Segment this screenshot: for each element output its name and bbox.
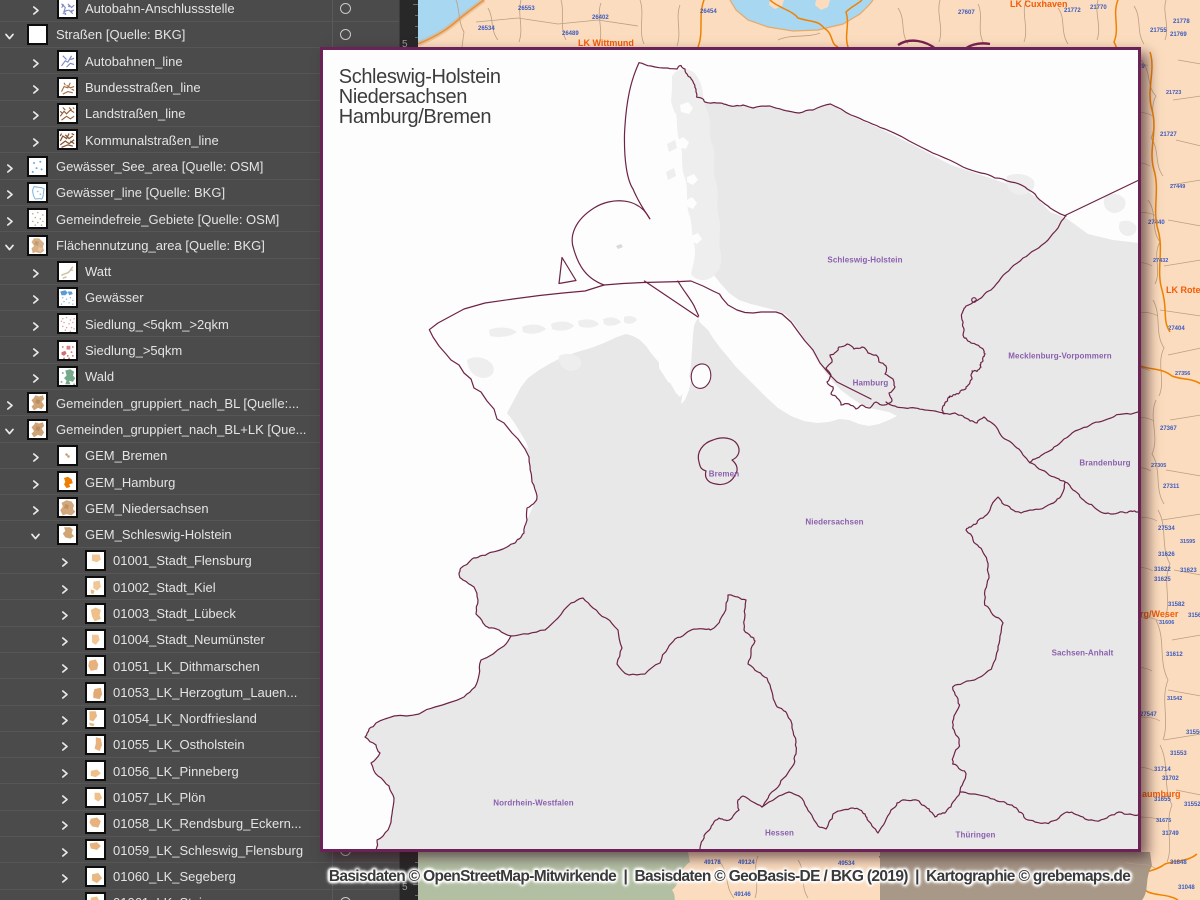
svg-text:31582: 31582 xyxy=(1168,602,1185,608)
svg-text:27449: 27449 xyxy=(1170,184,1185,190)
svg-text:Hessen: Hessen xyxy=(765,829,794,838)
svg-text:49178: 49178 xyxy=(704,860,721,866)
svg-text:Schleswig-Holstein: Schleswig-Holstein xyxy=(828,256,903,265)
svg-text:27356: 27356 xyxy=(1175,371,1190,377)
svg-text:27404: 27404 xyxy=(1168,326,1185,332)
svg-text:27534: 27534 xyxy=(1158,526,1175,532)
svg-text:21770: 21770 xyxy=(1090,5,1107,11)
svg-text:27607: 27607 xyxy=(958,10,975,16)
svg-text:Sachsen-Anhalt: Sachsen-Anhalt xyxy=(1052,649,1114,658)
svg-text:31625: 31625 xyxy=(1154,577,1171,583)
svg-text:26534: 26534 xyxy=(478,26,495,32)
svg-text:31714: 31714 xyxy=(1154,767,1171,773)
svg-text:21727: 21727 xyxy=(1160,132,1177,138)
svg-text:26489: 26489 xyxy=(562,31,579,37)
svg-text:31556: 31556 xyxy=(1186,730,1200,736)
svg-text:Thüringen: Thüringen xyxy=(956,831,996,840)
svg-text:31675: 31675 xyxy=(1156,818,1171,824)
svg-text:31749: 31749 xyxy=(1162,831,1179,837)
svg-text:49146: 49146 xyxy=(734,892,751,898)
svg-text:27305: 27305 xyxy=(1151,463,1166,469)
svg-text:27367: 27367 xyxy=(1160,426,1177,432)
svg-text:31553: 31553 xyxy=(1170,751,1187,757)
svg-text:31702: 31702 xyxy=(1162,776,1179,782)
svg-text:Mecklenburg-Vorpommern: Mecklenburg-Vorpommern xyxy=(1009,352,1112,361)
svg-text:26454: 26454 xyxy=(700,9,717,15)
svg-text:49534: 49534 xyxy=(838,861,855,867)
svg-text:Bremen: Bremen xyxy=(709,470,739,479)
svg-text:31563: 31563 xyxy=(1188,613,1200,619)
svg-text:rg/Weser: rg/Weser xyxy=(1140,609,1179,619)
svg-text:31542: 31542 xyxy=(1167,696,1182,702)
svg-text:aumburg: aumburg xyxy=(1142,789,1181,799)
svg-text:LK Rotenb: LK Rotenb xyxy=(1166,285,1200,295)
svg-text:Hamburg: Hamburg xyxy=(853,379,889,388)
svg-text:31623: 31623 xyxy=(1180,568,1197,574)
svg-text:21778: 21778 xyxy=(1173,19,1190,25)
svg-text:26553: 26553 xyxy=(518,6,535,12)
svg-text:21755: 21755 xyxy=(1150,28,1167,34)
svg-text:31612: 31612 xyxy=(1166,652,1183,658)
svg-text:31606: 31606 xyxy=(1159,620,1174,626)
svg-text:21723: 21723 xyxy=(1166,90,1181,96)
svg-text:31595: 31595 xyxy=(1180,539,1195,545)
svg-text:27311: 27311 xyxy=(1163,484,1180,490)
svg-text:Niedersachsen: Niedersachsen xyxy=(806,518,864,527)
svg-text:Brandenburg: Brandenburg xyxy=(1080,459,1131,468)
svg-text:31626: 31626 xyxy=(1158,552,1175,558)
svg-text:31622: 31622 xyxy=(1154,567,1171,573)
svg-text:26402: 26402 xyxy=(592,15,609,21)
svg-text:LK Cuxhaven: LK Cuxhaven xyxy=(1010,0,1068,9)
svg-text:31848: 31848 xyxy=(1170,860,1187,866)
svg-text:31552: 31552 xyxy=(1184,802,1200,808)
svg-text:21769: 21769 xyxy=(1170,32,1187,38)
svg-text:27432: 27432 xyxy=(1153,258,1168,264)
svg-text:49124: 49124 xyxy=(738,860,755,866)
svg-text:Nordrhein-Westfalen: Nordrhein-Westfalen xyxy=(494,799,574,808)
